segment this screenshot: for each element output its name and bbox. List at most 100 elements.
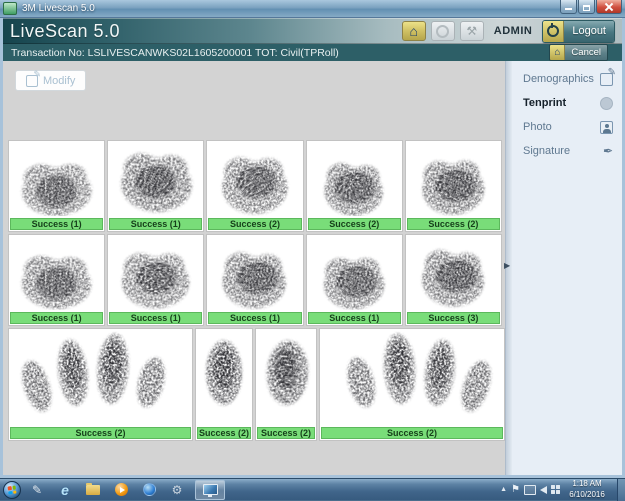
windows-taskbar: ✎ e ⚙ ▲ ⚑ 1:18 AM 6/10/2016 [0,478,625,500]
capture-status: Success (3) [407,312,500,324]
fingerprint-image [109,142,202,216]
hidden-icons-arrow-icon[interactable]: ▲ [500,486,507,493]
taskbar-app-internet-explorer[interactable]: e [53,480,77,500]
capture-status: Success (2) [10,427,191,439]
taskbar-app-media-folder[interactable] [81,480,105,500]
fingerprint-grid: Success (1) Success (1) Success (2) Succ… [8,140,502,443]
fingerprint-tile[interactable]: Success (1) [306,234,403,326]
fingerprint-image [407,142,500,216]
cancel-home-segment: ⌂ [550,45,565,60]
volume-icon[interactable] [540,486,547,494]
sidebar-item-tenprint[interactable]: Tenprint [512,91,622,115]
sidebar-item-demographics[interactable]: Demographics [512,67,622,91]
blue-globe-icon [143,483,156,496]
clock-time: 1:18 AM [564,479,610,489]
show-desktop-button[interactable] [617,479,625,501]
left-slap-tile[interactable]: Success (2) [8,328,193,441]
taskbar-active-window-livescan[interactable] [195,480,225,500]
sidebar-item-label: Signature [523,145,570,157]
photo-icon [600,121,613,134]
home-icon: ⌂ [410,24,418,38]
capture-status: Success (2) [407,218,500,230]
taskbar-app-blue[interactable] [137,480,161,500]
fingerprint-image [10,330,191,425]
taskbar-app-media-player[interactable] [109,480,133,500]
taskbar-clock[interactable]: 1:18 AM 6/10/2016 [564,479,610,500]
power-icon-segment [543,21,564,42]
sidebar-item-signature[interactable]: Signature ✒ [512,139,622,163]
fingerprint-row-1: Success (1) Success (1) Success (2) Succ… [8,140,502,232]
home-button[interactable]: ⌂ [402,21,426,41]
close-button[interactable] [596,0,622,14]
windows-logo-icon [7,485,16,494]
gear-icon: ⚙ [172,484,183,496]
capture-status: Success (1) [10,218,103,230]
sidebar-item-photo[interactable]: Photo [512,115,622,139]
fingerprint-image [257,330,315,425]
fingerprint-row-3: Success (2) Success (2) Success (2) Succ… [8,328,502,441]
modify-button[interactable]: Modify [15,70,86,91]
action-center-flag-icon[interactable]: ⚑ [511,485,520,495]
fingerprint-image [109,236,202,310]
right-slap-tile[interactable]: Success (2) [319,328,505,441]
window-titlebar: 3M Livescan 5.0 [0,0,625,18]
sidebar-item-label: Photo [523,121,552,133]
power-icon [547,25,559,37]
capture-status: Success (1) [10,312,103,324]
modify-label: Modify [43,75,75,87]
fingerprint-image [308,142,401,216]
taskbar-app-stylus[interactable]: ✎ [25,480,49,500]
fingerprint-image [407,236,500,310]
fingerprint-tile[interactable]: Success (1) [107,234,204,326]
sidebar-item-label: Demographics [523,73,594,85]
maximize-icon [583,5,590,11]
edit-icon [26,75,38,87]
taskbar-app-settings[interactable]: ⚙ [165,480,189,500]
app-title: LiveScan 5.0 [10,21,120,42]
internet-explorer-icon: e [61,483,69,497]
capture-status: Success (1) [208,312,301,324]
tools-button-disabled[interactable]: ⚒ [460,21,484,41]
windows-tray-icon[interactable] [551,485,560,494]
capture-status: Success (2) [257,427,315,439]
cancel-label: Cancel [565,45,607,60]
window-controls [559,0,622,14]
minimize-icon [565,8,572,10]
start-button[interactable] [3,481,21,499]
fingerprint-tile[interactable]: Success (2) [306,140,403,232]
close-icon [605,3,613,11]
maximize-button[interactable] [578,0,595,14]
cancel-button[interactable]: ⌂ Cancel [549,44,608,61]
capture-status: Success (1) [308,312,401,324]
minimize-button[interactable] [560,0,577,14]
fingerprint-image [308,236,401,310]
refresh-button-disabled[interactable] [431,21,455,41]
fingerprint-tile[interactable]: Success (2) [206,140,303,232]
fingerprint-image [208,236,301,310]
capture-status: Success (2) [197,427,251,439]
sidebar-splitter[interactable]: ▶ [505,61,512,475]
capture-status: Success (1) [109,312,202,324]
logout-button[interactable]: Logout [542,20,615,43]
fingerprint-tile[interactable]: Success (1) [107,140,204,232]
fingerprint-icon [600,97,613,110]
tools-icon: ⚒ [466,25,477,37]
fingerprint-tile[interactable]: Success (1) [206,234,303,326]
logout-label: Logout [564,21,614,42]
app-header: LiveScan 5.0 ⌂ ⚒ ADMIN Logout [3,18,622,44]
fingerprint-tile[interactable]: Success (1) [8,140,105,232]
network-icon[interactable] [524,485,536,495]
transaction-bar: Transaction No: LSLIVESCANWKS02L16052000… [3,44,622,61]
fingerprint-tile[interactable]: Success (2) [405,140,502,232]
circle-icon [436,25,449,38]
fingerprint-tile[interactable]: Success (1) [8,234,105,326]
home-icon: ⌂ [554,48,560,58]
tenprint-content: Modify Success (1) Success (1) Success (… [3,61,506,475]
left-thumb-tile[interactable]: Success (2) [195,328,253,441]
fingerprint-tile[interactable]: Success (3) [405,234,502,326]
fingerprint-image [321,330,503,425]
collapse-sidebar-arrow-icon[interactable]: ▶ [504,262,510,270]
fingerprint-image [197,330,251,425]
right-thumb-tile[interactable]: Success (2) [255,328,317,441]
app-window-icon [3,2,17,15]
